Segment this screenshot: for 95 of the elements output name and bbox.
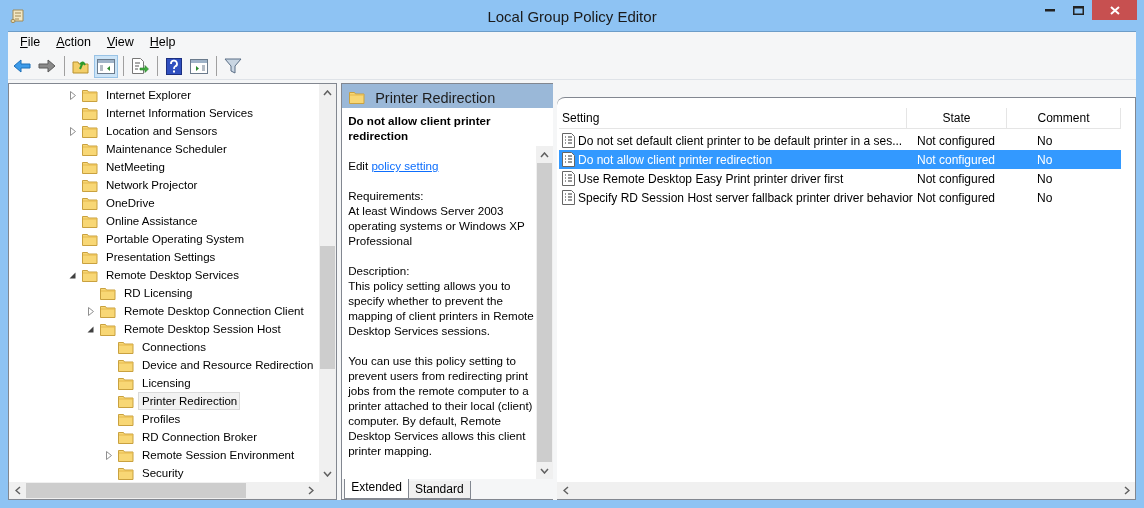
- folder-icon: [100, 322, 116, 336]
- window-title: Local Group Policy Editor: [487, 7, 657, 27]
- close-icon: [1109, 5, 1120, 15]
- tree-item[interactable]: Presentation Settings: [102, 248, 219, 266]
- menu-item[interactable]: Action: [48, 33, 99, 52]
- setting-name: Do not set default client printer to be default printer in a ses...: [578, 132, 903, 150]
- column-header[interactable]: Setting: [559, 107, 907, 129]
- state-text: Not configured: [916, 151, 997, 169]
- folder-icon: [82, 106, 98, 120]
- tree-item[interactable]: Location and Sensors: [102, 122, 221, 140]
- tree-item[interactable]: Printer Redirection: [138, 392, 241, 410]
- tree-item[interactable]: Portable Operating System: [102, 230, 248, 248]
- table-row[interactable]: Use Remote Desktop Easy Print printer driver first Not configured No: [559, 169, 1121, 188]
- view-tab[interactable]: Extended: [344, 479, 409, 499]
- folder-icon: [82, 124, 98, 138]
- folder-icon: [82, 160, 98, 174]
- tree-item[interactable]: Remote Desktop Services: [102, 266, 242, 284]
- tree-item[interactable]: Internet Explorer: [102, 86, 194, 104]
- requirements-label: Requirements:: [348, 188, 425, 203]
- policy-icon: [562, 152, 575, 167]
- requirements-text: At least Windows Server 2003 operating systems or Windows XP Professional: [348, 204, 525, 247]
- tree-item[interactable]: Remote Desktop Session Host: [120, 320, 284, 338]
- folder-icon: [100, 304, 116, 318]
- folder-icon: [118, 376, 134, 390]
- tree-item[interactable]: NetMeeting: [102, 158, 168, 176]
- folder-icon: [118, 430, 134, 444]
- tree-item[interactable]: Profiles: [138, 410, 184, 428]
- minimize-icon: [1045, 8, 1055, 12]
- policy-title: Do not allow client printer redirection: [348, 113, 492, 143]
- policy-icon: [562, 133, 575, 148]
- menu-item[interactable]: View: [98, 33, 142, 52]
- tree-item[interactable]: Security: [138, 464, 187, 482]
- view-tab[interactable]: Standard: [407, 481, 471, 499]
- folder-icon: [82, 142, 98, 156]
- tree-item[interactable]: OneDrive: [102, 194, 158, 212]
- comment-text: No: [1036, 151, 1054, 169]
- comment-text: No: [1036, 189, 1054, 207]
- scroll-thumb[interactable]: [320, 246, 336, 369]
- setting-name: Use Remote Desktop Easy Print printer driver first: [578, 170, 844, 188]
- tree-item[interactable]: Remote Desktop Connection Client: [120, 302, 307, 320]
- close-button[interactable]: [1092, 0, 1137, 20]
- horizontal-scrollbar[interactable]: [9, 482, 320, 499]
- table-row[interactable]: Specify RD Session Host server fallback printer driver behavior Not configured No: [559, 188, 1121, 207]
- app-icon: [10, 6, 26, 24]
- folder-icon: [118, 358, 134, 372]
- horizontal-scrollbar[interactable]: [557, 482, 1135, 499]
- menu-item[interactable]: File: [12, 33, 49, 52]
- description-text: This policy setting allows you to specify whether to prevent the mapping of client printers in Remote Desktop Services sessions.: [348, 279, 534, 337]
- folder-icon: [118, 466, 134, 480]
- description-label: Description:: [348, 263, 411, 278]
- tree-item[interactable]: Network Projector: [102, 176, 201, 194]
- details-title: Printer Redirection: [375, 89, 496, 108]
- tree-item[interactable]: Licensing: [138, 374, 194, 392]
- policy-icon: [562, 190, 575, 205]
- folder-icon: [82, 196, 98, 210]
- folder-icon: [118, 448, 134, 462]
- tree-item[interactable]: Device and Resource Redirection: [138, 356, 317, 374]
- maximize-icon: [1072, 5, 1084, 15]
- folder-icon: [82, 88, 98, 102]
- folder-icon: [82, 214, 98, 228]
- folder-icon: [82, 178, 98, 192]
- scrollbar[interactable]: [319, 84, 337, 482]
- setting-name: Do not allow client printer redirection: [578, 151, 773, 169]
- folder-icon: [118, 394, 134, 408]
- folder-icon: [118, 340, 134, 354]
- folder-icon: [349, 90, 366, 104]
- table-row[interactable]: Do not set default client printer to be default printer in a ses... Not configured No: [559, 131, 1121, 150]
- folder-icon: [100, 286, 116, 300]
- tree-item[interactable]: RD Connection Broker: [138, 428, 261, 446]
- folder-icon: [82, 268, 98, 282]
- folder-icon: [82, 232, 98, 246]
- tree-item[interactable]: Connections: [138, 338, 209, 356]
- policy-icon: [562, 171, 575, 186]
- tree-item[interactable]: Maintenance Scheduler: [102, 140, 230, 158]
- scroll-thumb[interactable]: [26, 483, 246, 498]
- state-text: Not configured: [916, 132, 997, 150]
- state-text: Not configured: [916, 170, 997, 188]
- column-header[interactable]: State: [907, 107, 1007, 129]
- tree-item[interactable]: Remote Session Environment: [138, 446, 298, 464]
- comment-text: No: [1036, 170, 1054, 188]
- comment-text: No: [1036, 132, 1054, 150]
- menu-item[interactable]: Help: [141, 33, 184, 52]
- tree-item[interactable]: Online Assistance: [102, 212, 201, 230]
- scrollbar[interactable]: [536, 146, 553, 479]
- tree-item[interactable]: RD Licensing: [120, 284, 196, 302]
- description-text: You can use this policy setting to prevent users from redirecting print jobs from the remote computer to a printer attached to their local (client) computer. By default, Remote Desktop Services allows this client printer mapping.: [348, 353, 534, 458]
- column-header[interactable]: Comment: [1007, 107, 1121, 129]
- edit-label: Edit: [348, 159, 369, 172]
- pane-icon[interactable]: [94, 54, 118, 78]
- folder-icon: [82, 250, 98, 264]
- tree-item[interactable]: Internet Information Services: [102, 104, 256, 122]
- setting-name: Specify RD Session Host server fallback printer driver behavior: [578, 189, 913, 207]
- policy-setting-link[interactable]: policy setting: [371, 159, 439, 172]
- folder-icon: [118, 412, 134, 426]
- scroll-thumb[interactable]: [537, 163, 552, 462]
